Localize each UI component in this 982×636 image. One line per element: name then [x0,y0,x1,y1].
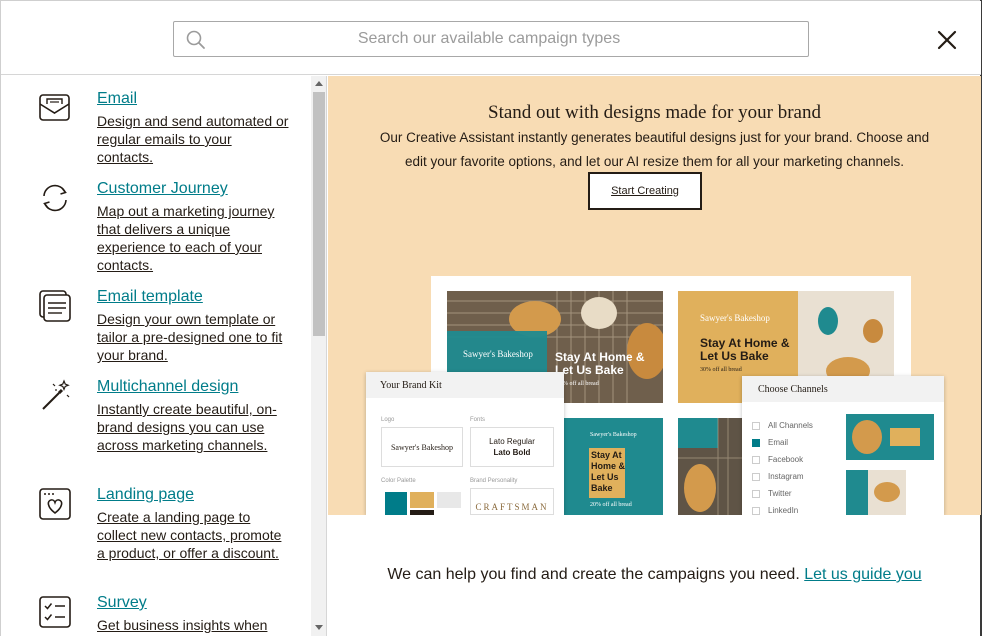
channel-label-twitter: Twitter [768,489,792,498]
scroll-up-arrow-icon[interactable] [315,81,323,86]
tile-2-sub: 30% off all bread [700,367,742,373]
guide-prompt-text: We can help you find and create the camp… [387,566,800,583]
channel-checkbox-facebook [752,456,760,464]
channel-label-facebook: Facebook [768,455,804,464]
customer-journey-link[interactable]: Customer Journey [97,180,228,198]
promo-body: Our Creative Assistant instantly generat… [379,130,930,169]
palette-label: Color Palette [381,478,416,484]
logo-label: Logo [381,417,395,423]
choose-channels-title: Choose Channels [742,376,944,402]
tile-1-headline: Stay At Home & Let Us Bake [555,350,645,377]
tile-1-brand: Sawyer's Bakeshop [463,349,533,359]
channel-preview-2 [846,470,906,515]
personality-value: CRAFTSMAN [470,488,554,515]
channel-checkbox-all [752,422,760,430]
landing-page-heart-icon [39,488,71,520]
font-regular-label: Lato Regular [489,437,535,446]
brand-kit-title: Your Brand Kit [366,372,564,398]
fonts-label: Fonts [470,417,486,423]
sidebar-scrollbar[interactable] [311,76,326,636]
search-box[interactable] [173,21,809,57]
multichannel-design-description[interactable]: Instantly create beautiful, on-brand des… [97,400,289,454]
email-link[interactable]: Email [97,90,137,108]
font-preview: Lato Regular Lato Bold [470,427,554,467]
email-description[interactable]: Design and send automated or regular ema… [97,112,289,166]
logo-preview: Sawyer's Bakeshop [381,427,463,467]
design-tile-3: Sawyer's Bakeshop Stay At Home & Let Us … [560,418,663,515]
palette-swatch-gray [437,492,461,508]
scrollbar-thumb[interactable] [313,92,325,336]
channel-preview-1 [846,414,934,460]
guide-prompt: We can help you find and create the camp… [328,566,981,584]
survey-description[interactable]: Get business insights when [97,616,289,634]
search-input[interactable] [214,22,804,56]
multichannel-design-link[interactable]: Multichannel design [97,378,238,396]
tile-3-sub: 20% off all bread [590,502,632,508]
landing-page-description[interactable]: Create a landing page to collect new con… [97,508,289,562]
channel-checkbox-email [752,439,760,447]
customer-journey-description[interactable]: Map out a marketing journey that deliver… [97,202,289,274]
tile-3-brand: Sawyer's Bakeshop [590,432,637,438]
channel-label-email: Email [768,438,789,447]
scroll-down-arrow-icon[interactable] [315,625,323,630]
tile-2-headline: Stay At Home & Let Us Bake [700,336,790,363]
email-template-description[interactable]: Design your own template or tailor a pre… [97,310,289,364]
croissant-photo-image [678,418,742,515]
template-icon [39,290,71,322]
font-bold-label: Lato Bold [493,448,531,457]
brand-kit-panel: Your Brand Kit Logo Fonts Sawyer's Bakes… [366,372,564,515]
tile-3-headline: Stay At Home & Let Us Bake [591,450,626,493]
campaign-type-list: Email Design and send automated or regul… [1,76,327,636]
channel-label-linkedin: LinkedIn [768,506,799,515]
close-icon[interactable] [933,26,961,54]
channel-checkbox-twitter [752,490,760,498]
channel-label-instagram: Instagram [768,472,804,481]
promo-heading: Stand out with designs made for your bra… [488,102,821,123]
survey-link[interactable]: Survey [97,594,147,612]
envelope-icon [39,94,70,121]
creative-assistant-promo: Stand out with designs made for your bra… [328,76,981,515]
landing-page-link[interactable]: Landing page [97,486,194,504]
palette-swatch-mustard [410,492,434,508]
channel-checkbox-linkedin [752,507,760,515]
choose-channels-panel: Choose Channels All Channels Email Faceb… [742,376,944,515]
channel-checkbox-instagram [752,473,760,481]
start-creating-button[interactable]: Start Creating [588,172,702,210]
let-us-guide-you-link[interactable]: Let us guide you [804,566,921,583]
refresh-cycle-icon [43,184,67,212]
modal-header [1,1,981,75]
checklist-icon [39,596,71,628]
personality-label: Brand Personality [470,478,518,484]
palette-swatch-dark [410,510,434,515]
palette-swatch-teal [385,492,407,515]
campaign-type-modal: Email Design and send automated or regul… [0,0,981,636]
tile-2-brand: Sawyer's Bakeshop [700,313,770,323]
magic-wand-icon [42,379,70,410]
channel-label-all: All Channels [768,421,813,430]
design-tile-4 [678,418,742,515]
search-icon [186,30,205,49]
email-template-link[interactable]: Email template [97,288,203,306]
